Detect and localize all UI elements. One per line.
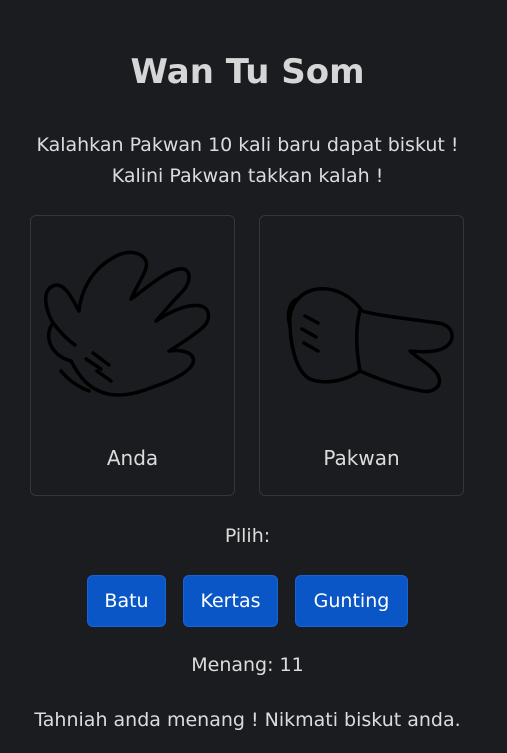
choice-prompt: Pilih: (224, 525, 271, 547)
player-card: Anda (30, 215, 235, 496)
paper-button[interactable]: Kertas (183, 575, 278, 627)
game-page: Wan Tu Som Kalahkan Pakwan 10 kali baru … (0, 0, 507, 753)
opponent-card: Pakwan (259, 215, 464, 496)
opponent-label: Pakwan (323, 446, 400, 470)
choice-buttons: Batu Kertas Gunting (0, 575, 495, 627)
rock-button[interactable]: Batu (87, 575, 166, 627)
win-counter: Menang: 11 (191, 654, 304, 676)
player-label: Anda (106, 446, 159, 470)
open-hand-paper-icon (44, 250, 211, 397)
scissors-button[interactable]: Gunting (295, 575, 408, 627)
instruction-line-2: Kalini Pakwan takkan kalah ! (111, 165, 384, 187)
result-message: Tahniah anda menang ! Nikmati biskut and… (34, 709, 461, 731)
scissors-hand-icon (286, 287, 454, 394)
page-title: Wan Tu Som (130, 52, 365, 92)
instructions: Kalahkan Pakwan 10 kali baru dapat bisku… (0, 130, 495, 192)
instruction-line-1: Kalahkan Pakwan 10 kali baru dapat bisku… (36, 134, 459, 156)
